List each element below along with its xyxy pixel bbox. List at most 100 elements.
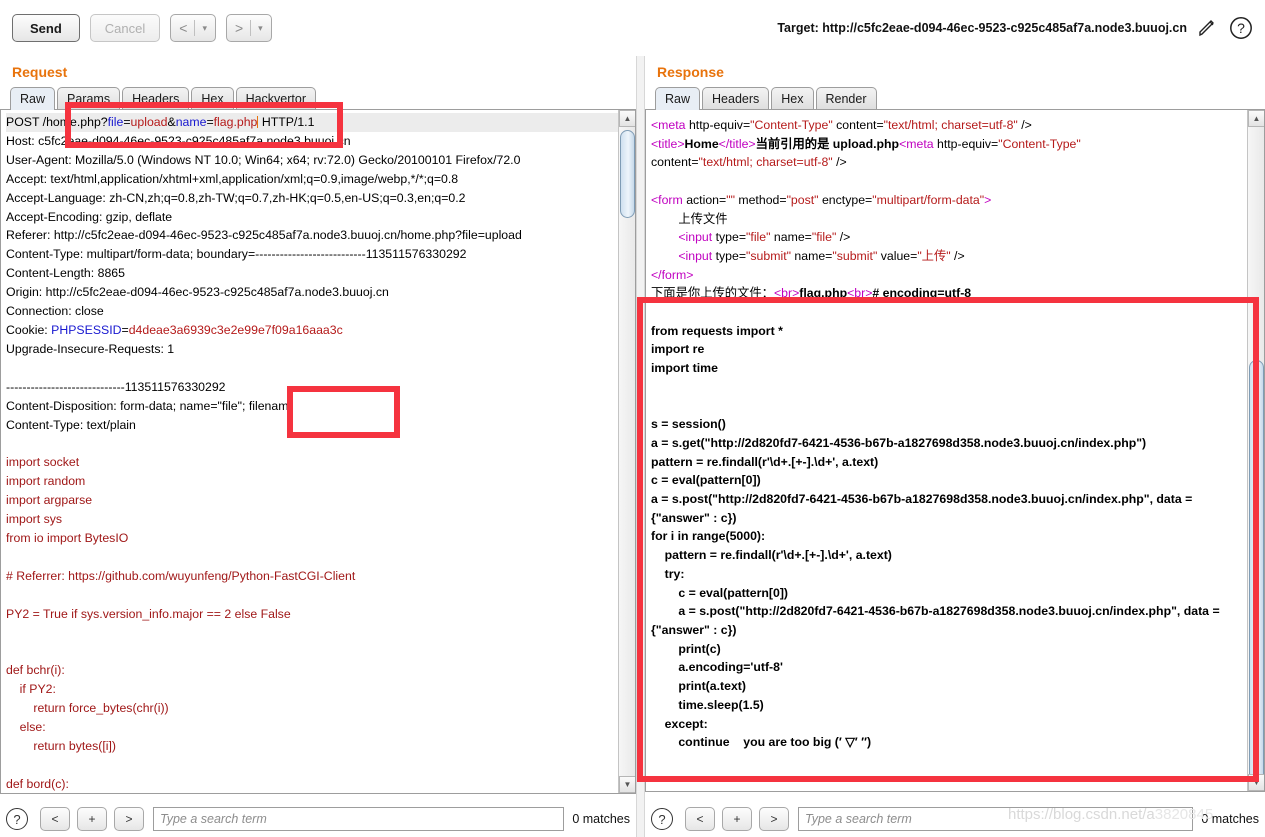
help-icon[interactable]: ? — [6, 808, 28, 830]
code-token: /> — [1017, 118, 1032, 132]
code-token: = — [123, 115, 131, 129]
search-prev-button[interactable]: < — [685, 807, 715, 831]
code-line: Content-Type: text/plain — [6, 416, 618, 435]
code-line: Upgrade-Insecure-Requests: 1 — [6, 340, 618, 359]
search-prev-button[interactable]: < — [40, 807, 70, 831]
request-editor[interactable]: POST /home.php?file=upload&name=flag.php… — [0, 110, 636, 794]
code-token: "post" — [786, 192, 819, 207]
search-input[interactable] — [798, 807, 1194, 831]
code-token: "multipart/form-data" — [872, 192, 985, 207]
button-separator — [194, 20, 196, 36]
match-count-label: 0 matches — [1201, 812, 1259, 826]
code-line: else: — [6, 718, 618, 737]
help-icon[interactable]: ? — [1227, 14, 1255, 42]
code-line: import argparse — [6, 491, 618, 510]
code-line: User-Agent: Mozilla/5.0 (Windows NT 10.0… — [6, 151, 618, 170]
code-line: Content-Disposition: form-data; name="fi… — [6, 397, 618, 416]
target-area: Target: http://c5fc2eae-d094-46ec-9523-c… — [777, 14, 1265, 42]
response-tab-raw[interactable]: Raw — [655, 87, 701, 110]
code-token: Cookie: — [6, 322, 52, 337]
code-line: Host: c5fc2eae-d094-46ec-9523-c925c485af… — [6, 132, 618, 151]
code-line: return bytes([i]) — [6, 737, 618, 756]
response-editor[interactable]: <meta http-equiv="Content-Type" content=… — [645, 110, 1265, 792]
code-token: # Referrer: https://github.com/wuyunfeng… — [6, 568, 356, 583]
code-line: <form action="" method="post" enctype="m… — [651, 191, 1247, 210]
code-line: 上传文件 — [651, 210, 1247, 229]
code-token: "submit" — [832, 248, 878, 263]
request-tab-headers[interactable]: Headers — [122, 87, 190, 109]
request-tab-hex[interactable]: Hex — [191, 87, 234, 109]
request-raw-text[interactable]: POST /home.php?file=upload&name=flag.php… — [1, 110, 618, 793]
search-next-button[interactable]: > — [114, 807, 144, 831]
divider-grip[interactable] — [639, 446, 643, 474]
code-token: "Content-Type" — [998, 136, 1081, 151]
response-search-bar: ? < + > 0 matches — [645, 801, 1265, 837]
response-raw-text[interactable]: <meta http-equiv="Content-Type" content=… — [646, 110, 1247, 791]
code-line: print(c) — [651, 640, 1247, 659]
code-line: content="text/html; charset=utf-8" /> — [651, 153, 1247, 172]
code-token: PY2 = True if sys.version_info.major == … — [6, 606, 291, 621]
code-token: Content-Disposition: form-data; name="fi… — [6, 398, 303, 413]
request-tab-params[interactable]: Params — [57, 87, 121, 109]
response-tab-hex[interactable]: Hex — [771, 87, 814, 109]
help-icon[interactable]: ? — [651, 808, 673, 830]
code-token: "text/html; charset=utf-8" — [698, 155, 833, 170]
response-tab-render[interactable]: Render — [815, 87, 877, 109]
code-token: print(c) — [651, 641, 721, 656]
scroll-up-icon[interactable]: ▲ — [1248, 110, 1264, 127]
code-token: POST /home.php? — [6, 115, 108, 129]
code-token: enctype= — [818, 192, 873, 207]
match-count-label: 0 matches — [572, 812, 630, 826]
request-tab-raw[interactable]: Raw — [10, 87, 56, 110]
code-token: Accept-Encoding: gzip, deflate — [6, 209, 173, 224]
code-token: d4deae3a6939c3e2e99e7f09a16aaa3c — [128, 322, 343, 337]
search-input[interactable] — [153, 807, 565, 831]
code-line: Accept-Encoding: gzip, deflate — [6, 208, 618, 227]
request-vertical-scrollbar[interactable]: ▲ ▼ — [618, 110, 635, 793]
code-token: User-Agent: Mozilla/5.0 (Windows NT 10.0… — [6, 152, 521, 167]
scroll-thumb[interactable] — [620, 130, 635, 218]
code-token: "text/html; charset=utf-8" — [883, 118, 1018, 132]
code-line: a.encoding='utf-8' — [651, 658, 1247, 677]
code-line: Content-Type: multipart/form-data; bound… — [6, 245, 618, 264]
chevron-down-icon[interactable]: ▾ — [202, 23, 207, 34]
chevron-down-icon[interactable]: ▾ — [258, 23, 263, 34]
search-add-button[interactable]: + — [77, 807, 107, 831]
code-token: import re — [651, 342, 705, 357]
code-line: POST /home.php?file=upload&name=flag.php… — [6, 113, 618, 132]
response-tab-headers[interactable]: Headers — [702, 87, 770, 109]
code-token: type= — [712, 248, 747, 263]
code-token: upload — [130, 115, 168, 129]
code-token: = — [206, 115, 214, 129]
request-tab-hackvertor[interactable]: Hackvertor — [235, 87, 317, 109]
scroll-down-icon[interactable]: ▼ — [619, 776, 635, 793]
cancel-button[interactable]: Cancel — [89, 14, 161, 42]
code-token: "submit" — [746, 248, 791, 263]
code-token: <title> — [651, 136, 685, 151]
code-token: continue you are too big (′ ▽′ ″) — [651, 735, 872, 750]
code-token: "file" — [811, 230, 837, 245]
code-token: a = s.post("http://2d820fd7-6421-4536-b6… — [651, 492, 1196, 525]
code-token: # encoding=utf-8 — [872, 286, 972, 301]
code-token: Content-Type: text/plain — [6, 417, 136, 432]
send-button[interactable]: Send — [12, 14, 80, 42]
pencil-icon[interactable] — [1193, 14, 1221, 42]
code-token: "Content-Type" — [750, 118, 833, 132]
code-line: if PY2: — [6, 680, 618, 699]
forward-button[interactable]: > ▾ — [225, 14, 272, 42]
scroll-down-icon[interactable]: ▼ — [1248, 774, 1264, 791]
code-token: a = s.get("http://2d820fd7-6421-4536-b67… — [651, 435, 1147, 450]
search-next-button[interactable]: > — [759, 807, 789, 831]
search-add-button[interactable]: + — [722, 807, 752, 831]
scroll-up-icon[interactable]: ▲ — [619, 110, 635, 127]
code-token: Origin: http://c5fc2eae-d094-46ec-9523-c… — [6, 285, 389, 300]
back-button[interactable]: < ▾ — [170, 14, 216, 42]
code-token: from io import BytesIO — [6, 530, 129, 545]
code-token: pattern = re.findall(r'\d+.[+-].\d+', a.… — [651, 548, 892, 563]
code-token: Content-Type: multipart/form-data; bound… — [6, 247, 467, 262]
response-vertical-scrollbar[interactable]: ▲ ▼ — [1247, 110, 1264, 791]
panel-divider[interactable] — [636, 56, 645, 837]
code-token: except: — [651, 716, 708, 731]
scroll-thumb[interactable] — [1249, 360, 1264, 791]
